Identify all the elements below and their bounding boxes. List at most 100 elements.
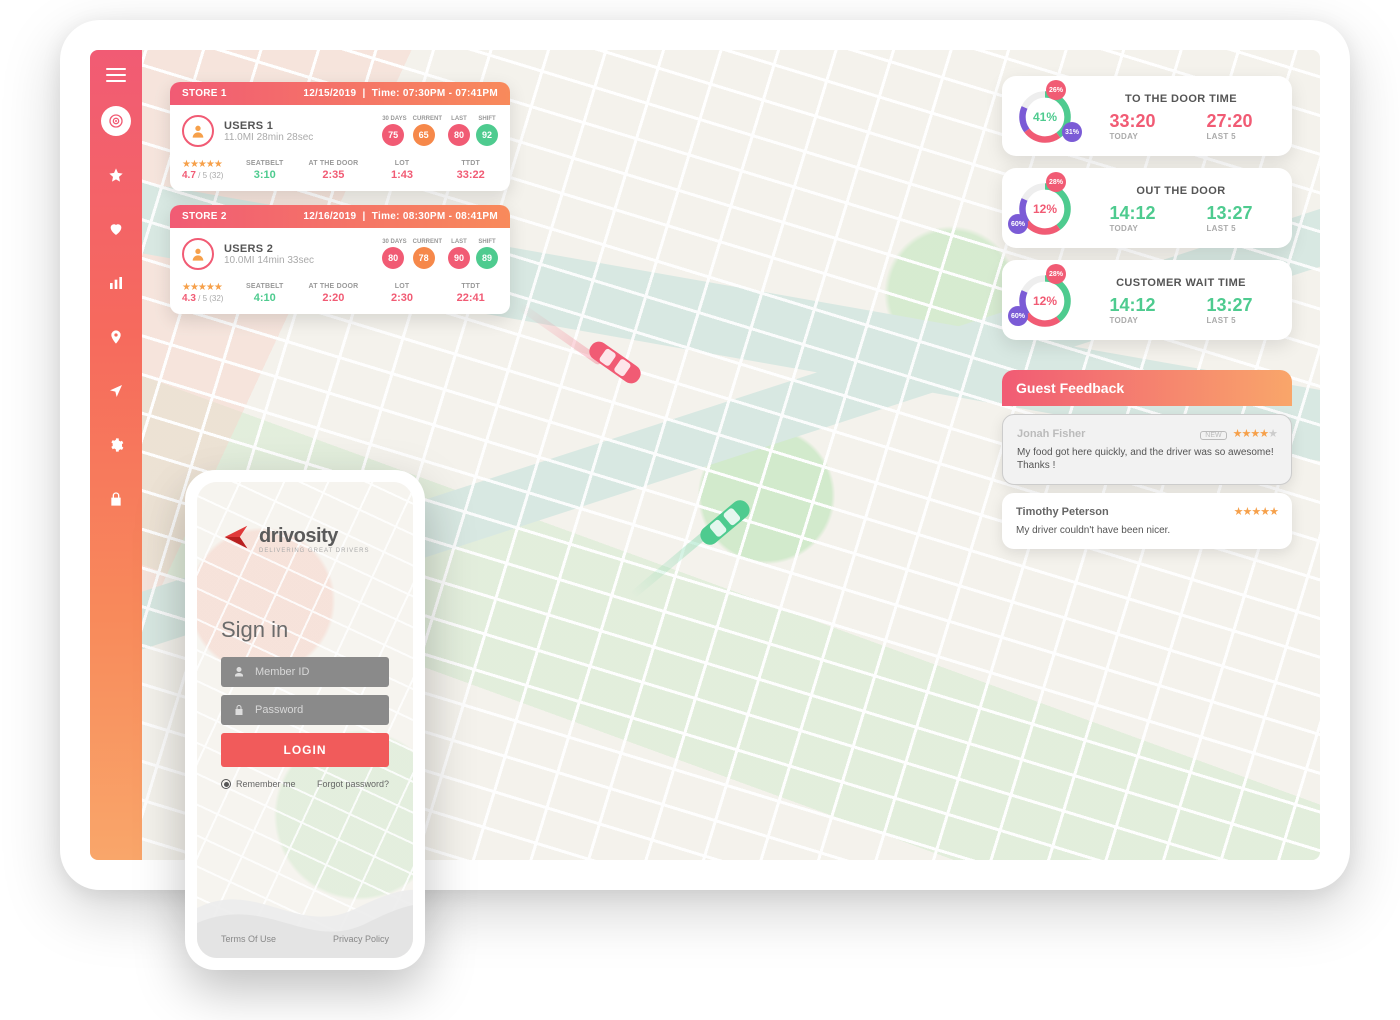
- sidebar-lock-icon[interactable]: [101, 484, 131, 514]
- sidebar-target-icon[interactable]: [101, 106, 131, 136]
- metric-value: 4:10: [237, 292, 292, 304]
- metric-label: TTDT: [443, 283, 498, 290]
- score-pill: 80: [382, 247, 404, 269]
- feedback-author: Jonah Fisher: [1017, 428, 1085, 440]
- password-input[interactable]: Password: [221, 695, 389, 725]
- metric-value: 2:30: [375, 292, 430, 304]
- star-icons: ★★★★★: [182, 282, 223, 293]
- user-detail: 10.0MI 14min 33sec: [224, 255, 314, 266]
- stat-card[interactable]: 12% 28% 60% CUSTOMER WAIT TIME 14:12TODA…: [1002, 260, 1292, 340]
- score-row: 30 DAYS 80 CURRENT 78 LAST 90 SHIFT 89: [382, 239, 498, 269]
- score-row: 30 DAYS 75 CURRENT 65 LAST 80 SHIFT 92: [382, 116, 498, 146]
- metric-value: 2:20: [306, 292, 361, 304]
- donut-bubble: 60%: [1008, 214, 1028, 234]
- feedback-body: My driver couldn't have been nicer.: [1016, 524, 1278, 537]
- score-pill: 90: [448, 247, 470, 269]
- logo: drivosity DELIVERING GREAT DRIVERS: [221, 522, 389, 557]
- stat-card[interactable]: 12% 28% 60% OUT THE DOOR 14:12TODAY 13:2…: [1002, 168, 1292, 248]
- stat-cards-container: 41% 26% 31% TO THE DOOR TIME 33:20TODAY …: [1002, 76, 1292, 340]
- member-id-input[interactable]: Member ID: [221, 657, 389, 687]
- score-label: CURRENT: [413, 116, 442, 122]
- score-label: CURRENT: [413, 239, 442, 245]
- user-detail: 11.0MI 28min 28sec: [224, 132, 313, 143]
- stat-today-value: 14:12: [1109, 203, 1155, 224]
- score-label: LAST: [448, 239, 470, 245]
- stat-last5-value: 13:27: [1206, 295, 1252, 316]
- score-label: 30 DAYS: [382, 116, 406, 122]
- store-name: STORE 2: [182, 211, 227, 222]
- logo-icon: [221, 522, 251, 557]
- stat-last5-label: LAST 5: [1206, 316, 1252, 325]
- store-timestamp: 12/15/2019 | Time: 07:30PM - 07:41PM: [303, 88, 498, 99]
- sidebar-chart-icon[interactable]: [101, 268, 131, 298]
- score-label: 30 DAYS: [382, 239, 406, 245]
- metric-value: 33:22: [443, 169, 498, 181]
- stat-last5-value: 13:27: [1206, 203, 1252, 224]
- rating: ★★★★★ 4.3 / 5 (32): [182, 282, 223, 304]
- password-placeholder: Password: [255, 704, 303, 716]
- stat-last5-label: LAST 5: [1206, 132, 1252, 141]
- donut-bubble: 28%: [1046, 172, 1066, 192]
- donut-bubble: 60%: [1008, 306, 1028, 326]
- user-name: USERS 1: [224, 120, 313, 132]
- avatar-icon: [182, 238, 214, 270]
- score-label: LAST: [448, 116, 470, 122]
- sidebar: [90, 50, 142, 860]
- donut-bubble: 26%: [1046, 80, 1066, 100]
- sidebar-star-icon[interactable]: [101, 160, 131, 190]
- metric-value: 3:10: [237, 169, 292, 181]
- phone-viewport: drivosity DELIVERING GREAT DRIVERS Sign …: [197, 482, 413, 958]
- feedback-author: Timothy Peterson: [1016, 506, 1109, 518]
- stat-today-label: TODAY: [1109, 224, 1155, 233]
- metric-value: 1:43: [375, 169, 430, 181]
- metric-label: SEATBELT: [237, 283, 292, 290]
- feedback-item[interactable]: Jonah Fisher NEW★★★★★ My food got here q…: [1002, 414, 1292, 485]
- menu-icon[interactable]: [106, 68, 126, 82]
- store-card-header: STORE 2 12/16/2019 | Time: 08:30PM - 08:…: [170, 205, 510, 228]
- star-icons: ★★★★★: [1234, 506, 1278, 518]
- donut-bubble: 28%: [1046, 264, 1066, 284]
- score-pill: 78: [413, 247, 435, 269]
- score-pill: 89: [476, 247, 498, 269]
- donut-chart: 12% 28% 60%: [1016, 272, 1074, 330]
- feedback-body: My food got here quickly, and the driver…: [1017, 446, 1277, 472]
- score-pill: 65: [413, 124, 435, 146]
- store-card-header: STORE 1 12/15/2019 | Time: 07:30PM - 07:…: [170, 82, 510, 105]
- brand-tagline: DELIVERING GREAT DRIVERS: [259, 548, 369, 554]
- score-pill: 80: [448, 124, 470, 146]
- feedback-item[interactable]: Timothy Peterson ★★★★★ My driver couldn'…: [1002, 493, 1292, 549]
- new-badge: NEW: [1200, 431, 1226, 440]
- stat-today-value: 14:12: [1109, 295, 1155, 316]
- store-card[interactable]: STORE 2 12/16/2019 | Time: 08:30PM - 08:…: [170, 205, 510, 314]
- login-button[interactable]: LOGIN: [221, 733, 389, 767]
- store-timestamp: 12/16/2019 | Time: 08:30PM - 08:41PM: [303, 211, 498, 222]
- stat-today-label: TODAY: [1109, 132, 1155, 141]
- score-pill: 75: [382, 124, 404, 146]
- remember-me-toggle[interactable]: Remember me: [221, 779, 296, 789]
- radio-icon: [221, 779, 231, 789]
- terms-link[interactable]: Terms Of Use: [221, 934, 276, 944]
- guest-feedback-panel: Guest Feedback Jonah Fisher NEW★★★★★ My …: [1002, 370, 1292, 549]
- stat-today-label: TODAY: [1109, 316, 1155, 325]
- metric-label: SEATBELT: [237, 160, 292, 167]
- stat-title: TO THE DOOR TIME: [1084, 93, 1278, 105]
- score-pill: 92: [476, 124, 498, 146]
- sidebar-navigate-icon[interactable]: [101, 376, 131, 406]
- stat-today-value: 33:20: [1109, 111, 1155, 132]
- feedback-header: Guest Feedback: [1002, 370, 1292, 406]
- sidebar-pin-icon[interactable]: [101, 322, 131, 352]
- store-card[interactable]: STORE 1 12/15/2019 | Time: 07:30PM - 07:…: [170, 82, 510, 191]
- score-label: SHIFT: [476, 239, 498, 245]
- metric-label: LOT: [375, 283, 430, 290]
- donut-bubble: 31%: [1062, 122, 1082, 142]
- privacy-link[interactable]: Privacy Policy: [333, 934, 389, 944]
- metric-value: 2:35: [306, 169, 361, 181]
- stat-card[interactable]: 41% 26% 31% TO THE DOOR TIME 33:20TODAY …: [1002, 76, 1292, 156]
- signin-title: Sign in: [221, 617, 389, 643]
- sidebar-heart-icon[interactable]: [101, 214, 131, 244]
- score-label: SHIFT: [476, 116, 498, 122]
- forgot-password-link[interactable]: Forgot password?: [317, 779, 389, 789]
- sidebar-gear-icon[interactable]: [101, 430, 131, 460]
- store-name: STORE 1: [182, 88, 227, 99]
- avatar-icon: [182, 115, 214, 147]
